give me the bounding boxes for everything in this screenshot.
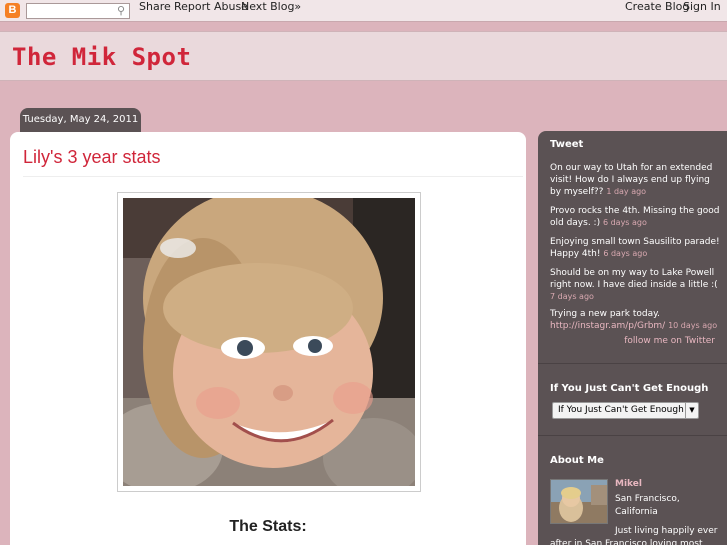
tweet-text: Trying a new park today.: [550, 309, 660, 319]
dropdown-arrow-icon[interactable]: ▼: [685, 403, 698, 418]
more-widget-title: If You Just Can't Get Enough: [550, 383, 709, 394]
tweet-time[interactable]: 6 days ago: [603, 249, 647, 258]
post-title[interactable]: Lily's 3 year stats: [23, 147, 161, 168]
create-blog-link[interactable]: Create Blog: [625, 0, 689, 22]
blog-header: The Mik Spot: [0, 31, 727, 81]
tweet-text: Should be on my way to Lake Powell right…: [550, 268, 718, 290]
tweet-item: On our way to Utah for an extended visit…: [550, 162, 720, 198]
search-input[interactable]: ⚲: [26, 3, 130, 19]
widget-divider: [538, 435, 727, 436]
tweet-item: Enjoying small town Sausilito parade! Ha…: [550, 236, 720, 260]
stats-heading: The Stats:: [229, 518, 307, 535]
post-date: Tuesday, May 24, 2011: [20, 108, 141, 132]
post-photo-frame[interactable]: [117, 192, 421, 492]
post-card: Lily's 3 year stats The Stats:: [10, 132, 526, 545]
blogger-logo-icon[interactable]: B: [5, 3, 20, 18]
post-divider: [23, 176, 523, 177]
tweet-time[interactable]: 10 days ago: [668, 321, 717, 330]
about-description: Just living happily ever after in San Fr…: [550, 526, 718, 545]
about-name-link[interactable]: Mikel: [615, 479, 642, 489]
share-link[interactable]: Share: [139, 0, 171, 22]
tweet-time[interactable]: 6 days ago: [603, 218, 647, 227]
tweet-item: Trying a new park today. http://instagr.…: [550, 308, 720, 332]
tweet-item: Provo rocks the 4th. Missing the good ol…: [550, 205, 720, 229]
follow-twitter-link[interactable]: follow me on Twitter: [624, 336, 715, 346]
tweet-time[interactable]: 1 day ago: [606, 187, 646, 196]
about-widget-title: About Me: [550, 455, 604, 466]
sign-in-link[interactable]: Sign In: [683, 0, 721, 22]
tweet-widget-title: Tweet: [550, 139, 584, 150]
about-location: San Francisco, California: [615, 494, 680, 517]
post-photo[interactable]: [123, 198, 415, 486]
avatar-image: [551, 480, 607, 523]
blog-list-select[interactable]: If You Just Can't Get Enough ▼: [552, 402, 699, 419]
blogger-navbar: B ⚲ Share Report Abuse Next Blog» Create…: [0, 0, 727, 22]
tweet-item: Should be on my way to Lake Powell right…: [550, 267, 720, 303]
search-icon[interactable]: ⚲: [114, 4, 128, 18]
next-blog-link[interactable]: Next Blog»: [241, 0, 301, 22]
girl-photo-image: [123, 198, 415, 486]
avatar[interactable]: [550, 479, 608, 524]
tweet-time[interactable]: 7 days ago: [550, 292, 594, 301]
sidebar: Tweet On our way to Utah for an extended…: [538, 131, 727, 545]
tweet-link[interactable]: http://instagr.am/p/Grbm/: [550, 321, 665, 331]
select-value: If You Just Can't Get Enough: [558, 405, 684, 415]
blog-title[interactable]: The Mik Spot: [12, 43, 191, 71]
widget-divider: [538, 363, 727, 364]
report-abuse-link[interactable]: Report Abuse: [174, 0, 248, 22]
